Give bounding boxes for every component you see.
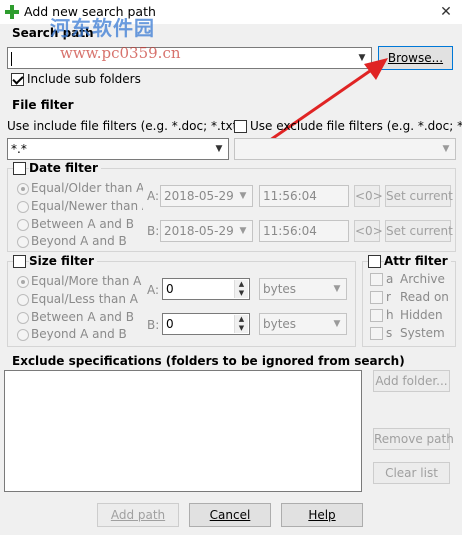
close-icon[interactable]: ✕ (436, 2, 456, 22)
attr-hidden-checkbox[interactable] (370, 309, 383, 322)
size-a-label: A: (147, 283, 160, 297)
spin-up-icon[interactable]: ▲ (234, 315, 248, 324)
date-a-zero-button[interactable]: <0> (354, 185, 383, 207)
attr-archive-checkbox[interactable] (370, 273, 383, 286)
attr-filter-label: Attr filter (384, 254, 451, 268)
include-sub-folders-checkbox[interactable] (11, 73, 24, 86)
cancel-button[interactable]: Cancel (189, 503, 271, 527)
date-b-set-current-button[interactable]: Set current (385, 220, 453, 242)
exclude-list[interactable] (4, 370, 362, 492)
add-folder-button[interactable]: Add folder... (373, 370, 450, 392)
time-b-value: 11:56:04 (263, 224, 317, 238)
size-radio-more[interactable] (17, 276, 29, 288)
date-b-zero-button[interactable]: <0> (354, 220, 383, 242)
date-b-picker[interactable]: 2018-05-29 ▼ (160, 220, 253, 242)
date-radio-older[interactable] (17, 183, 29, 195)
spin-down-icon[interactable]: ▼ (234, 324, 248, 333)
exclude-specs-label: Exclude specifications (folders to be ig… (12, 354, 405, 368)
time-a-value: 11:56:04 (263, 189, 317, 203)
date-radio-beyond[interactable] (17, 236, 29, 248)
attr-system-label: System (400, 326, 445, 340)
include-filter-combo[interactable]: *.* ▼ (7, 138, 229, 160)
size-b-unit: bytes (263, 317, 297, 331)
attr-readonly-key: r (386, 290, 391, 304)
chevron-down-icon[interactable]: ▼ (212, 139, 226, 159)
size-b-value: 0 (166, 317, 174, 331)
spin-down-icon[interactable]: ▼ (234, 289, 248, 298)
size-filter-label: Size filter (29, 254, 97, 268)
chevron-down-icon[interactable]: ▼ (330, 279, 344, 299)
date-option-newer: Equal/Newer than A (31, 199, 143, 213)
file-filter-label: File filter (12, 98, 74, 112)
chevron-down-icon[interactable]: ▼ (236, 221, 250, 241)
size-b-label: B: (147, 318, 160, 332)
time-b-field[interactable]: 11:56:04 (259, 220, 349, 242)
attr-archive-label: Archive (400, 272, 445, 286)
date-filter-checkbox[interactable] (13, 162, 26, 175)
size-a-stepper[interactable]: 0 ▲ ▼ (162, 278, 250, 300)
size-radio-less[interactable] (17, 294, 29, 306)
spin-up-icon[interactable]: ▲ (234, 280, 248, 289)
include-sub-folders-label: Include sub folders (27, 72, 141, 86)
size-option-more: Equal/More than A (31, 274, 142, 288)
date-radio-between[interactable] (17, 219, 29, 231)
add-path-button[interactable]: Add path (97, 503, 179, 527)
attr-filter-checkbox[interactable] (368, 255, 381, 268)
watermark-logo-text: 河东软件园 (50, 16, 155, 40)
date-a-label: A: (147, 189, 160, 203)
exclude-filter-checkbox[interactable] (234, 120, 247, 133)
size-option-between: Between A and B (31, 310, 134, 324)
attr-hidden-label: Hidden (400, 308, 443, 322)
chevron-down-icon[interactable]: ▼ (236, 186, 250, 206)
chevron-down-icon[interactable]: ▼ (330, 314, 344, 334)
attr-system-key: s (386, 326, 393, 340)
exclude-filter-combo[interactable]: ▼ (234, 138, 456, 160)
include-filter-label: Use include file filters (e.g. *.doc; *.… (7, 119, 242, 133)
text-caret (11, 52, 12, 66)
chevron-down-icon[interactable]: ▼ (439, 139, 453, 159)
date-b-label: B: (147, 224, 160, 238)
size-a-unit: bytes (263, 282, 297, 296)
date-filter-label: Date filter (29, 161, 101, 175)
size-a-unit-select[interactable]: bytes ▼ (259, 278, 347, 300)
date-a-picker[interactable]: 2018-05-29 ▼ (160, 185, 253, 207)
add-plus-icon (5, 5, 19, 19)
attr-readonly-checkbox[interactable] (370, 291, 383, 304)
date-radio-newer[interactable] (17, 201, 29, 213)
watermark-url: www.pc0359.cn (60, 44, 181, 62)
size-b-stepper[interactable]: 0 ▲ ▼ (162, 313, 250, 335)
remove-path-button[interactable]: Remove path (373, 428, 454, 450)
date-a-value: 2018-05-29 (164, 189, 234, 203)
exclude-filter-label: Use exclude file filters (e.g. *.doc; *.… (250, 119, 462, 133)
time-a-field[interactable]: 11:56:04 (259, 185, 349, 207)
include-filter-value: *.* (11, 142, 27, 156)
attr-archive-key: a (386, 272, 394, 286)
attr-hidden-key: h (386, 308, 394, 322)
date-b-value: 2018-05-29 (164, 224, 234, 238)
date-option-between: Between A and B (31, 217, 134, 231)
size-radio-beyond[interactable] (17, 329, 29, 341)
help-button[interactable]: Help (281, 503, 363, 527)
size-b-unit-select[interactable]: bytes ▼ (259, 313, 347, 335)
size-radio-between[interactable] (17, 312, 29, 324)
size-a-value: 0 (166, 282, 174, 296)
date-option-beyond: Beyond A and B (31, 234, 127, 248)
attr-system-checkbox[interactable] (370, 327, 383, 340)
size-option-less: Equal/Less than A (31, 292, 139, 306)
clear-list-button[interactable]: Clear list (373, 462, 450, 484)
size-option-beyond: Beyond A and B (31, 327, 127, 341)
attr-readonly-label: Read on (400, 290, 449, 304)
size-filter-checkbox[interactable] (13, 255, 26, 268)
date-a-set-current-button[interactable]: Set current (385, 185, 453, 207)
date-option-older: Equal/Older than A (31, 181, 143, 195)
